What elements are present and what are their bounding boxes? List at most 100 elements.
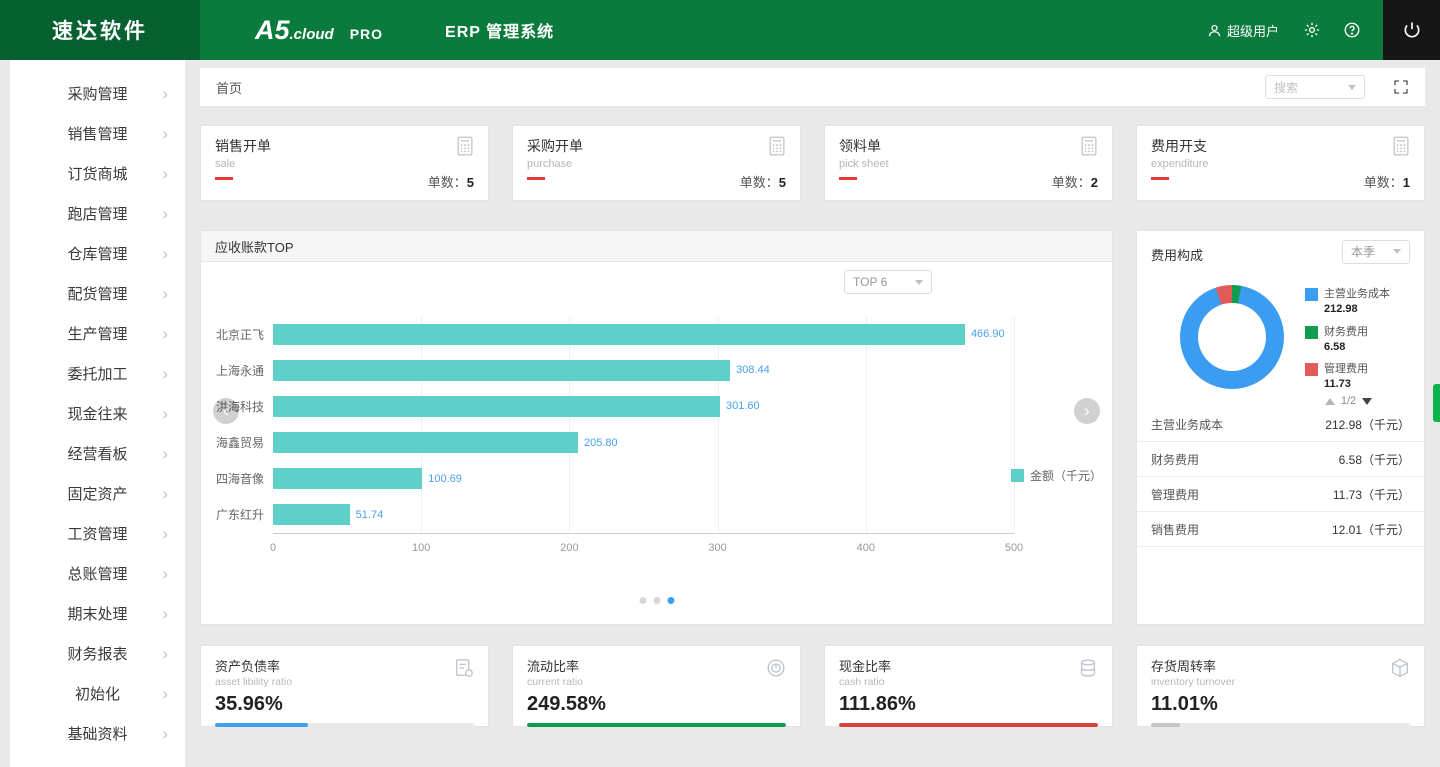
ratio-title: 现金比率 [839,659,892,674]
stat-card-accent [1151,177,1169,180]
legend-value: 11.73 [1324,378,1351,391]
ratio-progress-track [215,723,474,727]
sidebar-item-7[interactable]: 委托加工 › [10,353,185,393]
pager-up-icon[interactable] [1324,397,1335,405]
chevron-right-icon: › [162,323,168,343]
bar[interactable] [273,468,423,490]
help-icon[interactable] [1343,21,1361,39]
legend-swatch [1305,325,1318,339]
axis-tick-label: 0 [269,542,277,554]
logo[interactable]: 速达软件 [0,0,200,60]
sidebar-item-13[interactable]: 期末处理 › [10,593,185,633]
chevron-down-icon [1348,84,1356,90]
sidebar-item-8[interactable]: 现金往来 › [10,393,185,433]
sidebar-item-16[interactable]: 基础资料 › [10,713,185,753]
sidebar-item-1[interactable]: 销售管理 › [10,113,185,153]
ratio-card-0[interactable]: 资产负债率 asset libility ratio 35.96% [200,645,489,727]
sidebar-item-label: 财务报表 [67,645,128,663]
breadcrumb-bar: 首页 搜索 [200,68,1425,106]
bar-row: 四海音像 100.69 [216,461,1014,497]
sidebar-item-12[interactable]: 总账管理 › [10,553,185,593]
bar-rows: 北京正飞 466.90 上海永通 308.44 洪海科技 301.60 海鑫贸易 205.80… [216,316,1014,533]
legend-value: 212.98 [1324,302,1358,315]
donut-legend-item: 主营业务成本 212.98 [1305,287,1390,317]
user-menu[interactable]: 超级用户 [1207,21,1279,40]
expense-title: 费用构成 [1151,248,1204,263]
inventory-box-icon [1389,657,1411,684]
expense-value: 6.58（千元） [1338,452,1410,467]
stat-card-0[interactable]: 销售开单 sale 单数：5 [200,125,489,201]
sidebar-item-2[interactable]: 订货商城 › [10,153,185,193]
brand-logo: A5 .cloud PRO [255,15,383,46]
bar-category-label: 四海音像 [215,472,264,487]
carousel-prev-button[interactable]: ‹ [213,398,239,424]
stat-card-3[interactable]: 费用开支 expenditure 单数：1 [1136,125,1425,201]
ratio-percent: 11.01% [1151,693,1218,715]
carousel-dot-0[interactable] [639,597,646,604]
sidebar-item-label: 采购管理 [67,85,128,103]
carousel-dot-2[interactable] [667,597,674,604]
ratio-card-1[interactable]: 流动比率 current ratio 249.58% [512,645,801,727]
stat-card-count: 单数：5 [427,175,474,190]
sidebar-item-9[interactable]: 经营看板 › [10,433,185,473]
sidebar-item-15[interactable]: 初始化 › [10,673,185,713]
ratio-card-2[interactable]: 现金比率 cash ratio 111.86% [824,645,1113,727]
logout-power-button[interactable] [1383,0,1440,60]
bar[interactable] [273,504,350,526]
carousel-dot-1[interactable] [653,597,660,604]
stat-card-accent [527,177,545,180]
carousel-next-button[interactable]: › [1074,398,1100,424]
bar[interactable] [273,323,965,345]
period-select[interactable]: 本季 [1342,239,1410,264]
expense-row: 销售费用 12.01（千元） [1137,512,1424,547]
stat-card-count: 单数：1 [1363,175,1410,190]
sidebar-item-6[interactable]: 生产管理 › [10,313,185,353]
sidebar-item-label: 配货管理 [67,285,128,303]
axis-tick-label: 200 [560,542,579,554]
brand-cloud: .cloud [289,25,334,43]
sidebar-item-11[interactable]: 工资管理 › [10,513,185,553]
pager-down-icon[interactable] [1362,397,1373,405]
right-edge-tab[interactable] [1433,384,1440,422]
stat-card-title: 采购开单 [527,138,583,154]
sidebar-item-5[interactable]: 配货管理 › [10,273,185,313]
expense-donut-chart[interactable] [1180,285,1284,389]
top-filter-select[interactable]: TOP 6 [844,270,932,294]
sidebar-item-label: 期末处理 [67,605,128,623]
sidebar-item-10[interactable]: 固定资产 › [10,473,185,513]
settings-gear-icon[interactable] [1303,21,1321,39]
ratio-progress-fill [839,723,1098,727]
bar[interactable] [273,359,731,381]
stat-card-2[interactable]: 领料单 pick sheet 单数：2 [824,125,1113,201]
ratio-subtitle: asset libility ratio [215,676,293,688]
expense-header: 费用构成 本季 [1137,231,1424,264]
legend-value: 6.58 [1324,340,1346,353]
sidebar-item-3[interactable]: 跑店管理 › [10,193,185,233]
sidebar-item-label: 订货商城 [67,165,128,183]
legend-swatch [1305,288,1318,301]
stat-card-1[interactable]: 采购开单 purchase 单数：5 [512,125,801,201]
bar-row: 洪海科技 301.60 [216,388,1014,424]
bar[interactable] [273,432,578,454]
legend-swatch [1010,469,1024,482]
axis-tick-label: 500 [1004,542,1024,554]
chevron-right-icon: › [162,123,168,143]
chart-title: 应收账款TOP [215,239,294,255]
chart-legend: 金额（千元） [1010,467,1102,484]
fullscreen-icon[interactable] [1393,79,1409,95]
stat-card-title: 销售开单 [215,138,271,154]
chart-card-header: 应收账款TOP [201,231,1112,262]
sidebar-item-0[interactable]: 采购管理 › [10,73,185,113]
sidebar-item-14[interactable]: 财务报表 › [10,633,185,673]
search-input[interactable]: 搜索 [1265,75,1365,99]
sidebar-item-4[interactable]: 仓库管理 › [10,233,185,273]
stat-card-subtitle: sale [215,158,236,170]
expense-panel: 费用构成 本季 主营业务成本 212.98 财务费用 6.58 管理费用 11.73 1/… [1136,230,1425,625]
ratio-progress-fill [215,723,309,727]
chevron-right-icon: › [162,683,168,703]
header-right: 超级用户 [1207,0,1440,60]
bar[interactable] [273,395,720,417]
ratio-card-3[interactable]: 存货周转率 inventory turnover 11.01% [1136,645,1425,727]
breadcrumb-home[interactable]: 首页 [216,78,242,97]
expense-value: 12.01（千元） [1331,522,1410,537]
